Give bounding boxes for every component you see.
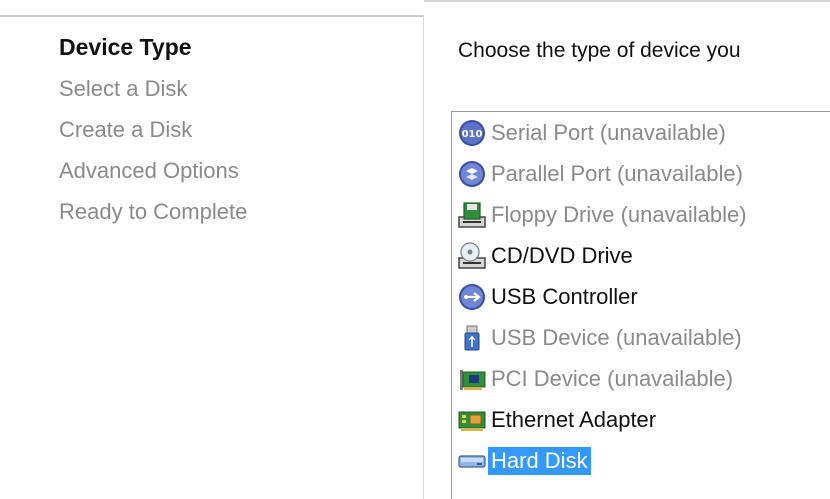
pci-device-icon [457, 364, 487, 394]
device-item-floppy-drive[interactable]: Floppy Drive (unavailable) [452, 194, 830, 235]
device-label: Floppy Drive (unavailable) [491, 201, 747, 227]
device-item-parallel-port[interactable]: Parallel Port (unavailable) [452, 153, 830, 194]
device-label: PCI Device (unavailable) [491, 365, 734, 391]
step-ready-to-complete: Ready to Complete [59, 199, 248, 224]
device-item-cd-dvd-drive[interactable]: CD/DVD Drive [452, 235, 830, 276]
device-label: Hard Disk [488, 446, 591, 475]
device-item-usb-controller[interactable]: USB Controller [452, 276, 830, 317]
device-label: Serial Port (unavailable) [491, 119, 726, 145]
device-item-hard-disk[interactable]: Hard Disk [452, 440, 830, 481]
panel-divider [423, 15, 424, 499]
wizard-steps: Device Type Select a Disk Create a Disk … [59, 27, 389, 232]
parallel-port-icon [457, 159, 487, 189]
device-item-pci-device[interactable]: PCI Device (unavailable) [452, 358, 830, 399]
step-device-type: Device Type [59, 34, 192, 60]
device-label: Ethernet Adapter [491, 406, 657, 432]
svg-text:010: 010 [462, 129, 483, 140]
device-type-list[interactable]: 010 Serial Port (unavailable) Parallel P… [451, 111, 830, 499]
device-item-serial-port[interactable]: 010 Serial Port (unavailable) [452, 112, 830, 153]
device-item-usb-device[interactable]: USB Device (unavailable) [452, 317, 830, 358]
device-item-ethernet-adapter[interactable]: Ethernet Adapter [452, 399, 830, 440]
instruction-text: Choose the type of device you [458, 39, 741, 62]
serial-port-icon: 010 [457, 118, 487, 148]
device-label: USB Device (unavailable) [491, 324, 742, 350]
hard-disk-icon [457, 446, 487, 476]
device-label: USB Controller [491, 283, 638, 309]
add-hardware-wizard: Device Type Select a Disk Create a Disk … [0, 0, 830, 499]
floppy-drive-icon [457, 200, 487, 230]
step-advanced-options: Advanced Options [59, 158, 239, 183]
usb-device-icon [457, 323, 487, 353]
device-label: CD/DVD Drive [491, 242, 633, 268]
top-divider-right [424, 0, 830, 2]
device-label: Parallel Port (unavailable) [491, 160, 743, 186]
top-divider [0, 15, 424, 17]
ethernet-adapter-icon [457, 405, 487, 435]
cd-dvd-drive-icon [457, 241, 487, 271]
step-create-a-disk: Create a Disk [59, 117, 193, 142]
step-select-a-disk: Select a Disk [59, 76, 188, 101]
usb-controller-icon [457, 282, 487, 312]
